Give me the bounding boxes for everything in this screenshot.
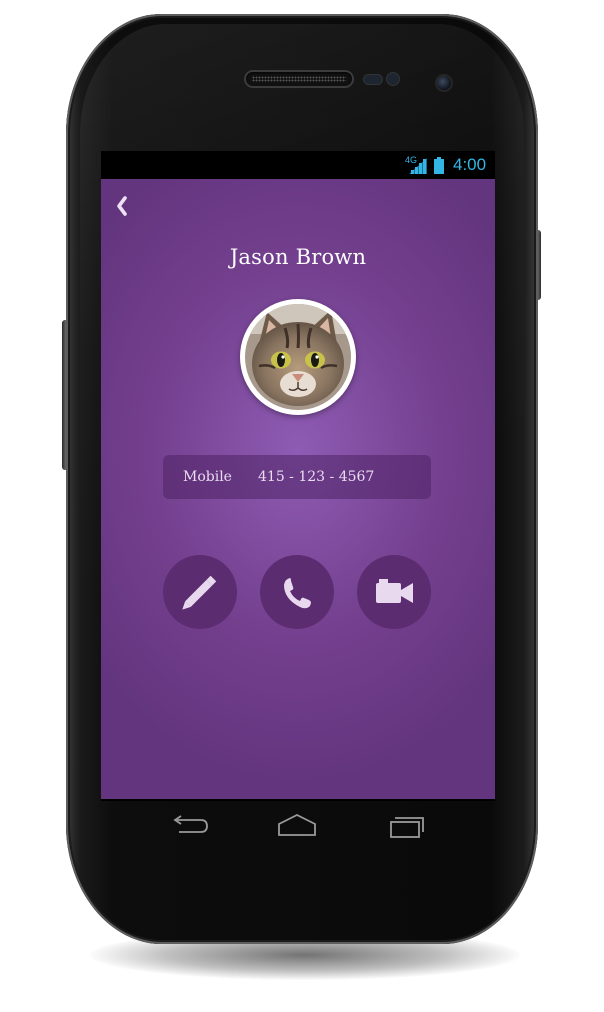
front-camera — [437, 76, 451, 90]
chevron-left-icon — [117, 196, 127, 216]
phone-number: 415 - 123 - 4567 — [258, 469, 375, 485]
edit-contact-button[interactable] — [163, 555, 237, 629]
back-key[interactable] — [167, 811, 211, 841]
recent-apps-key[interactable] — [385, 811, 429, 841]
call-button[interactable] — [260, 555, 334, 629]
video-call-button[interactable] — [357, 555, 431, 629]
navigation-keys — [101, 801, 495, 851]
proximity-sensor — [364, 75, 382, 84]
light-sensor — [387, 73, 399, 85]
avatar[interactable] — [240, 299, 356, 415]
home-key[interactable] — [275, 811, 319, 841]
video-camera-icon — [376, 579, 413, 603]
clock: 4:00 — [453, 155, 487, 174]
earpiece-speaker — [246, 72, 352, 86]
contact-name: Jason Brown — [229, 245, 367, 269]
phone-number-card[interactable]: Mobile 415 - 123 - 4567 — [163, 455, 431, 499]
cat-photo — [245, 304, 351, 410]
status-bar: 4G 4:00 — [101, 151, 495, 179]
battery-icon — [434, 157, 444, 174]
contact-screen: Jason Brown Mobile 415 - 123 - 4567 — [101, 179, 495, 799]
recent-apps-icon — [390, 817, 424, 838]
back-button[interactable] — [111, 191, 135, 221]
back-arrow-icon — [173, 815, 208, 833]
pencil-icon — [182, 575, 217, 610]
home-icon — [278, 813, 316, 836]
phone-type-label: Mobile — [183, 469, 232, 485]
phone-icon — [284, 578, 311, 609]
signal-icon — [409, 158, 427, 174]
phone-screen: 4G 4:00 Jason Brown Mobile 415 - 123 - 4… — [101, 151, 495, 801]
